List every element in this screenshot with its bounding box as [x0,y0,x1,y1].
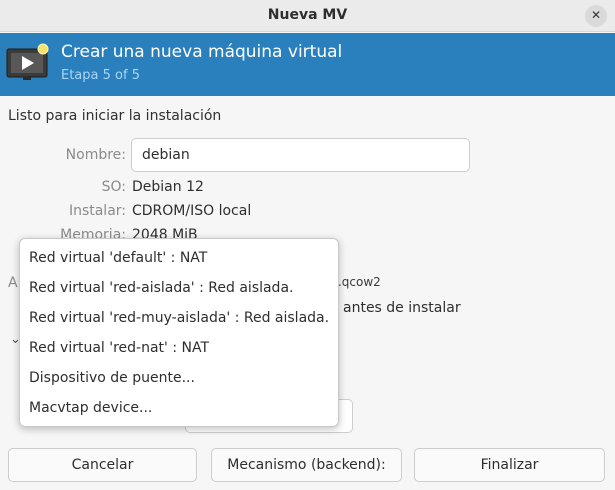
monitor-play-icon [6,43,49,80]
customize-checkbox-label[interactable]: antes de instalar [343,300,461,316]
menu-item-macvtap-device[interactable]: Macvtap device... [20,393,338,423]
wizard-banner: Crear una nueva máquina virtual Etapa 5 … [0,33,615,96]
menu-item-red-nat[interactable]: Red virtual 'red-nat' : NAT [20,333,338,363]
close-icon: ✕ [590,8,602,22]
menu-item-default-nat[interactable]: Red virtual 'default' : NAT [20,243,338,273]
menu-item-red-muy-aislada[interactable]: Red virtual 'red-muy-aislada' : Red aisl… [20,303,338,333]
cancel-button[interactable]: Cancelar [8,448,197,482]
network-source-menu: Red virtual 'default' : NAT Red virtual … [19,238,339,427]
name-label: Nombre: [65,147,126,163]
name-input[interactable] [131,138,470,172]
window-title: Nueva MV [267,7,348,23]
storage-label-partial: A [8,275,18,291]
menu-item-red-aislada[interactable]: Red virtual 'red-aislada' : Red aislada. [20,273,338,303]
install-value: CDROM/ISO local [132,203,252,219]
os-label: SO: [101,179,126,195]
banner-title: Crear una nueva máquina virtual [61,42,343,62]
title-bar: Nueva MV ✕ [0,0,615,32]
menu-item-bridge-device[interactable]: Dispositivo de puente... [20,363,338,393]
os-value: Debian 12 [132,179,204,195]
banner-step: Etapa 5 of 5 [61,68,140,83]
install-label: Instalar: [68,203,126,219]
ready-heading: Listo para iniciar la instalación [8,108,222,124]
close-button[interactable]: ✕ [585,5,607,27]
finish-button[interactable]: Finalizar [414,448,605,482]
backend-button[interactable]: Mecanismo (backend): [211,448,402,482]
